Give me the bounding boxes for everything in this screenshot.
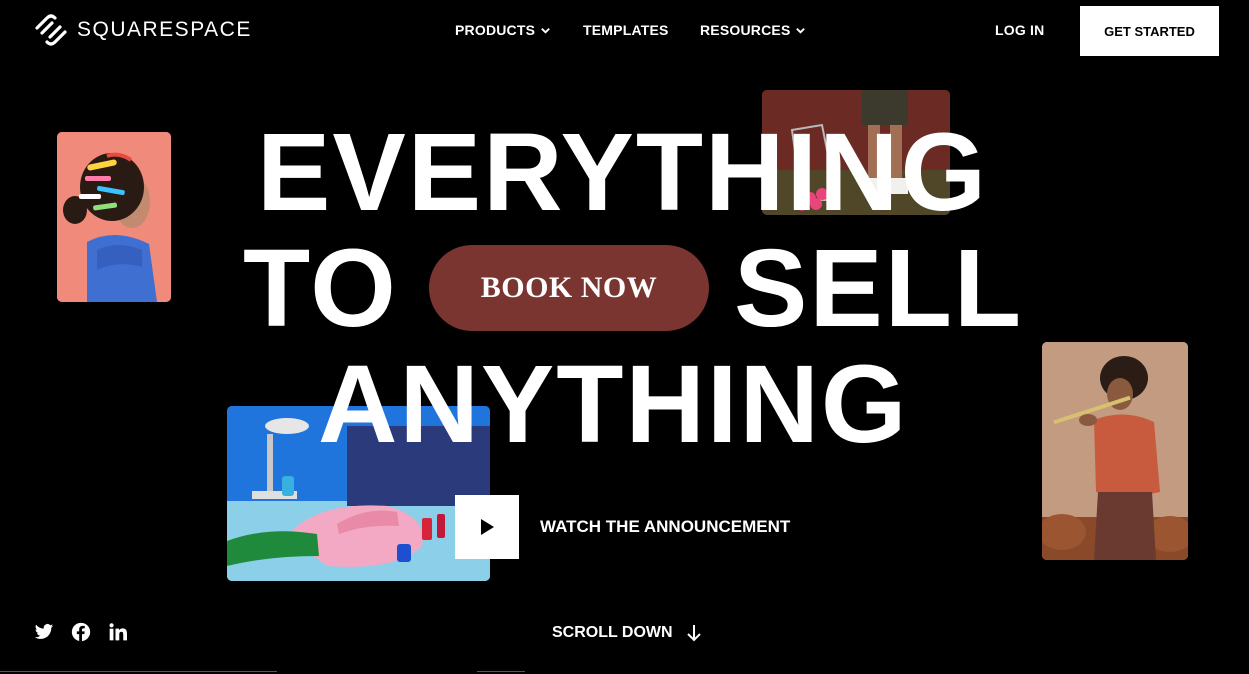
login-link[interactable]: LOG IN [995,22,1044,38]
arrow-down-icon [686,625,701,642]
nav-resources[interactable]: RESOURCES [700,22,806,38]
flute-player-photo [1042,342,1188,560]
play-video-button[interactable] [455,495,519,559]
play-icon [481,519,494,535]
headline-line-2-left: TO [243,227,398,350]
hair-clips-photo [57,132,171,302]
squarespace-logo-icon [35,14,67,46]
scroll-down-link[interactable]: SCROLL DOWN [552,624,701,642]
nav-products-label: PRODUCTS [455,22,536,38]
nav-templates-label: TEMPLATES [583,22,669,38]
nav-products[interactable]: PRODUCTS [455,22,551,38]
scroll-down-label: SCROLL DOWN [552,624,673,641]
progress-line [0,671,277,672]
chevron-down-icon [541,27,550,34]
get-started-button[interactable]: GET STARTED [1080,6,1219,56]
progress-line [477,671,525,672]
chevron-down-icon [796,27,806,34]
book-now-button[interactable]: BOOK NOW [429,245,709,331]
linkedin-icon[interactable] [108,622,128,642]
nav-resources-label: RESOURCES [700,22,791,38]
headline-line-3: ANYTHING [318,343,909,466]
brand-name: SQUARESPACE [77,18,252,41]
watch-announcement-link[interactable]: WATCH THE ANNOUNCEMENT [540,517,790,537]
nav-templates[interactable]: TEMPLATES [583,22,669,38]
brand-logo[interactable]: SQUARESPACE [33,14,252,46]
headline-line-1: EVERYTHING [257,111,989,234]
twitter-icon[interactable] [34,622,54,642]
headline-line-2-right: SELL [734,227,1024,350]
facebook-icon[interactable] [71,622,91,642]
